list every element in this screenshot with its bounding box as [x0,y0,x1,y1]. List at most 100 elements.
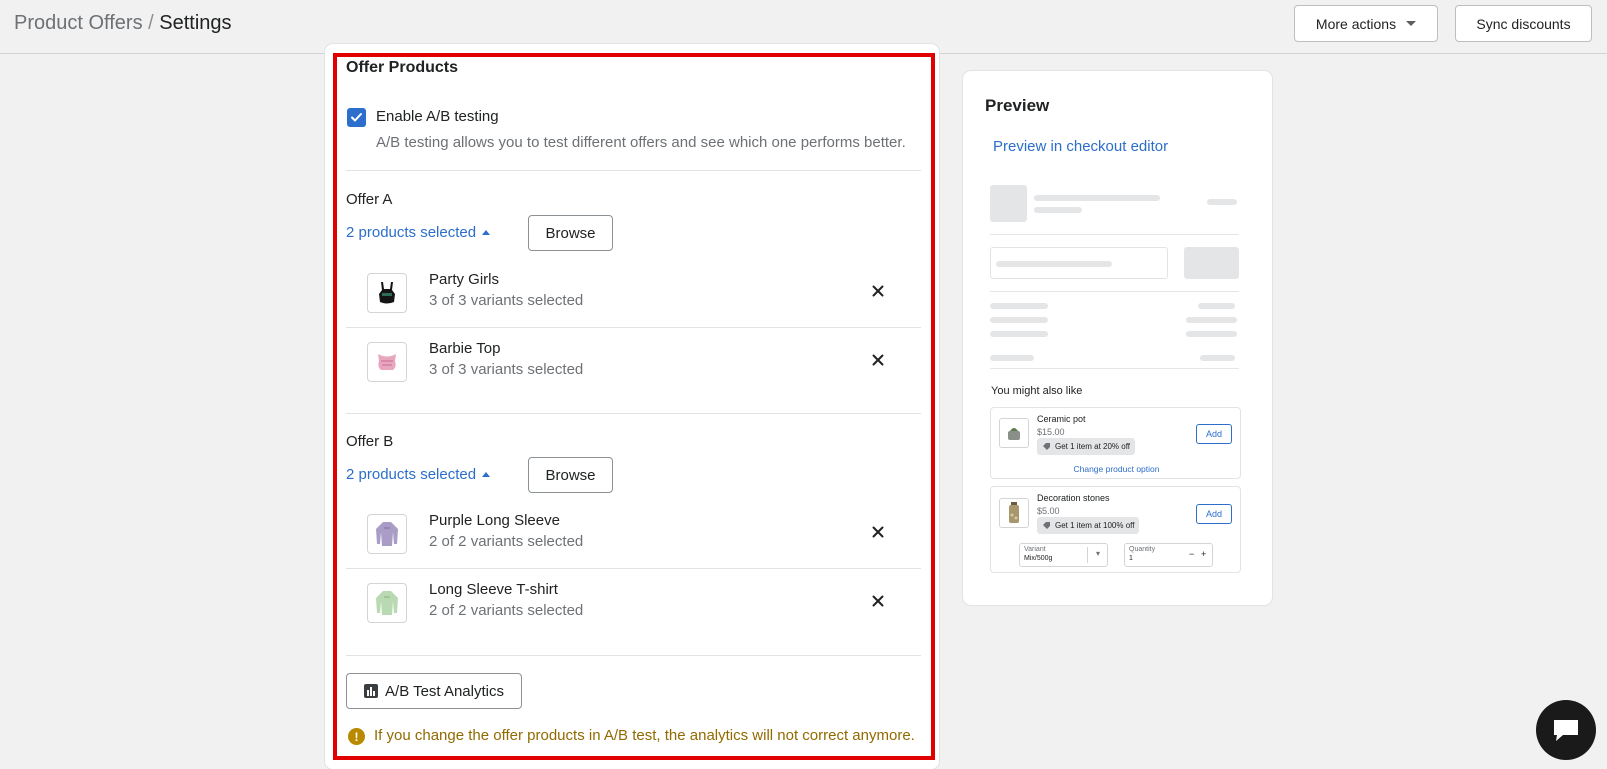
offer-b-title: Offer B [346,433,394,450]
product-row: Long Sleeve T-shirt 2 of 2 variants sele… [346,569,921,638]
product-variants: 2 of 2 variants selected [429,602,584,619]
you-might-also-like-heading: You might also like [991,385,1083,397]
preview-checkout-link[interactable]: Preview in checkout editor [993,138,1168,155]
pink-top-icon [378,354,396,370]
variant-value: Mix/500g [1024,555,1053,562]
upsell-item: Ceramic pot $15.00 Get 1 item at 20% off… [990,407,1241,479]
analytics-icon [364,684,379,698]
caret-up-icon [482,472,491,477]
change-product-option-link[interactable]: Change product option [991,464,1242,474]
minus-icon[interactable]: − [1189,549,1194,559]
product-name: Party Girls [429,271,500,288]
product-name: Barbie Top [429,340,501,357]
caret-up-icon [482,230,491,235]
upsell-price: $5.00 [1037,506,1060,516]
preview-title: Preview [985,96,1050,115]
offer-a-selected-label: 2 products selected [346,224,477,241]
skeleton-button [1184,247,1239,279]
upsell-add-button[interactable]: Add [1196,424,1232,444]
close-icon [872,354,884,366]
skeleton-line [1034,195,1160,201]
skeleton-line [1186,317,1237,323]
more-actions-button[interactable]: More actions [1294,5,1438,42]
skeleton-divider [990,291,1239,292]
upsell-add-button[interactable]: Add [1196,504,1232,524]
discount-badge-text: Get 1 item at 100% off [1055,521,1135,530]
divider [346,413,921,414]
checkmark-icon [351,113,362,122]
section-title: Offer Products [346,59,459,76]
quantity-value: 1 [1129,555,1133,562]
chat-button[interactable] [1536,700,1596,760]
offer-a-products-toggle[interactable]: 2 products selected [346,224,491,241]
skeleton-line [1200,355,1235,361]
variant-label: Variant [1024,546,1046,553]
quantity-label: Quantity [1129,546,1156,553]
ab-testing-checkbox[interactable] [347,108,366,127]
skeleton-line [990,317,1048,323]
remove-product-button[interactable] [866,348,890,372]
product-variants: 3 of 3 variants selected [429,361,584,378]
skeleton-line [990,355,1034,361]
product-thumbnail [999,418,1029,448]
upsell-name: Ceramic pot [1037,414,1086,424]
skeleton-divider [990,234,1239,235]
remove-product-button[interactable] [866,589,890,613]
product-row: Purple Long Sleeve 2 of 2 variants selec… [346,500,921,569]
upsell-name: Decoration stones [1037,493,1110,503]
skeleton-line [996,261,1112,267]
skeleton-line [1198,303,1235,309]
offer-b-browse-button[interactable]: Browse [528,457,613,493]
offer-b-selected-label: 2 products selected [346,466,477,483]
ab-testing-label[interactable]: Enable A/B testing [376,108,499,125]
divider [346,655,921,656]
tag-icon [1043,522,1050,529]
black-top-icon [379,282,395,304]
remove-product-button[interactable] [866,520,890,544]
product-thumbnail [999,498,1029,528]
select-divider [1087,547,1088,563]
breadcrumb-parent[interactable]: Product Offers [14,12,143,34]
chevron-down-icon: ▾ [1096,549,1101,558]
discount-badge: Get 1 item at 20% off [1037,438,1136,455]
product-variants: 2 of 2 variants selected [429,533,584,550]
discount-badge: Get 1 item at 100% off [1037,517,1140,534]
upsell-item: Decoration stones $5.00 Get 1 item at 10… [990,486,1241,573]
close-icon [872,595,884,607]
warning-text: If you change the offer products in A/B … [374,727,915,744]
ab-test-analytics-button[interactable]: A/B Test Analytics [346,673,522,709]
offer-a-browse-button[interactable]: Browse [528,215,613,251]
breadcrumb: Product Offers / Settings [14,12,232,35]
ceramic-pot-icon [1008,428,1020,440]
divider [346,170,921,171]
page-title: Settings [159,12,232,34]
breadcrumb-separator: / [148,12,154,34]
decoration-stones-icon [1009,502,1019,523]
product-thumbnail [367,583,407,623]
product-row: Barbie Top 3 of 3 variants selected [346,328,921,397]
chat-icon [1554,720,1578,741]
remove-product-button[interactable] [866,279,890,303]
upsell-price: $15.00 [1037,427,1065,437]
warning-icon: ! [348,728,365,745]
skeleton-line [990,303,1048,309]
close-icon [872,526,884,538]
sync-discounts-button[interactable]: Sync discounts [1455,5,1592,42]
product-variants: 3 of 3 variants selected [429,292,584,309]
variant-select[interactable]: Variant Mix/500g ▾ [1019,543,1108,567]
product-row: Party Girls 3 of 3 variants selected [346,259,921,328]
plus-icon[interactable]: + [1201,549,1206,559]
skeleton-line [1207,199,1237,205]
skeleton-divider [990,368,1239,369]
offer-b-products-toggle[interactable]: 2 products selected [346,466,491,483]
tag-icon [1043,443,1050,450]
offer-a-title: Offer A [346,191,393,208]
product-thumbnail [367,342,407,382]
purple-sleeve-icon [376,522,398,546]
skeleton-line [1186,331,1237,337]
product-thumbnail [367,273,407,313]
quantity-stepper[interactable]: Quantity 1 − + [1124,543,1213,567]
product-thumbnail [367,514,407,554]
skeleton-line [990,331,1048,337]
ab-testing-help: A/B testing allows you to test different… [376,134,906,151]
